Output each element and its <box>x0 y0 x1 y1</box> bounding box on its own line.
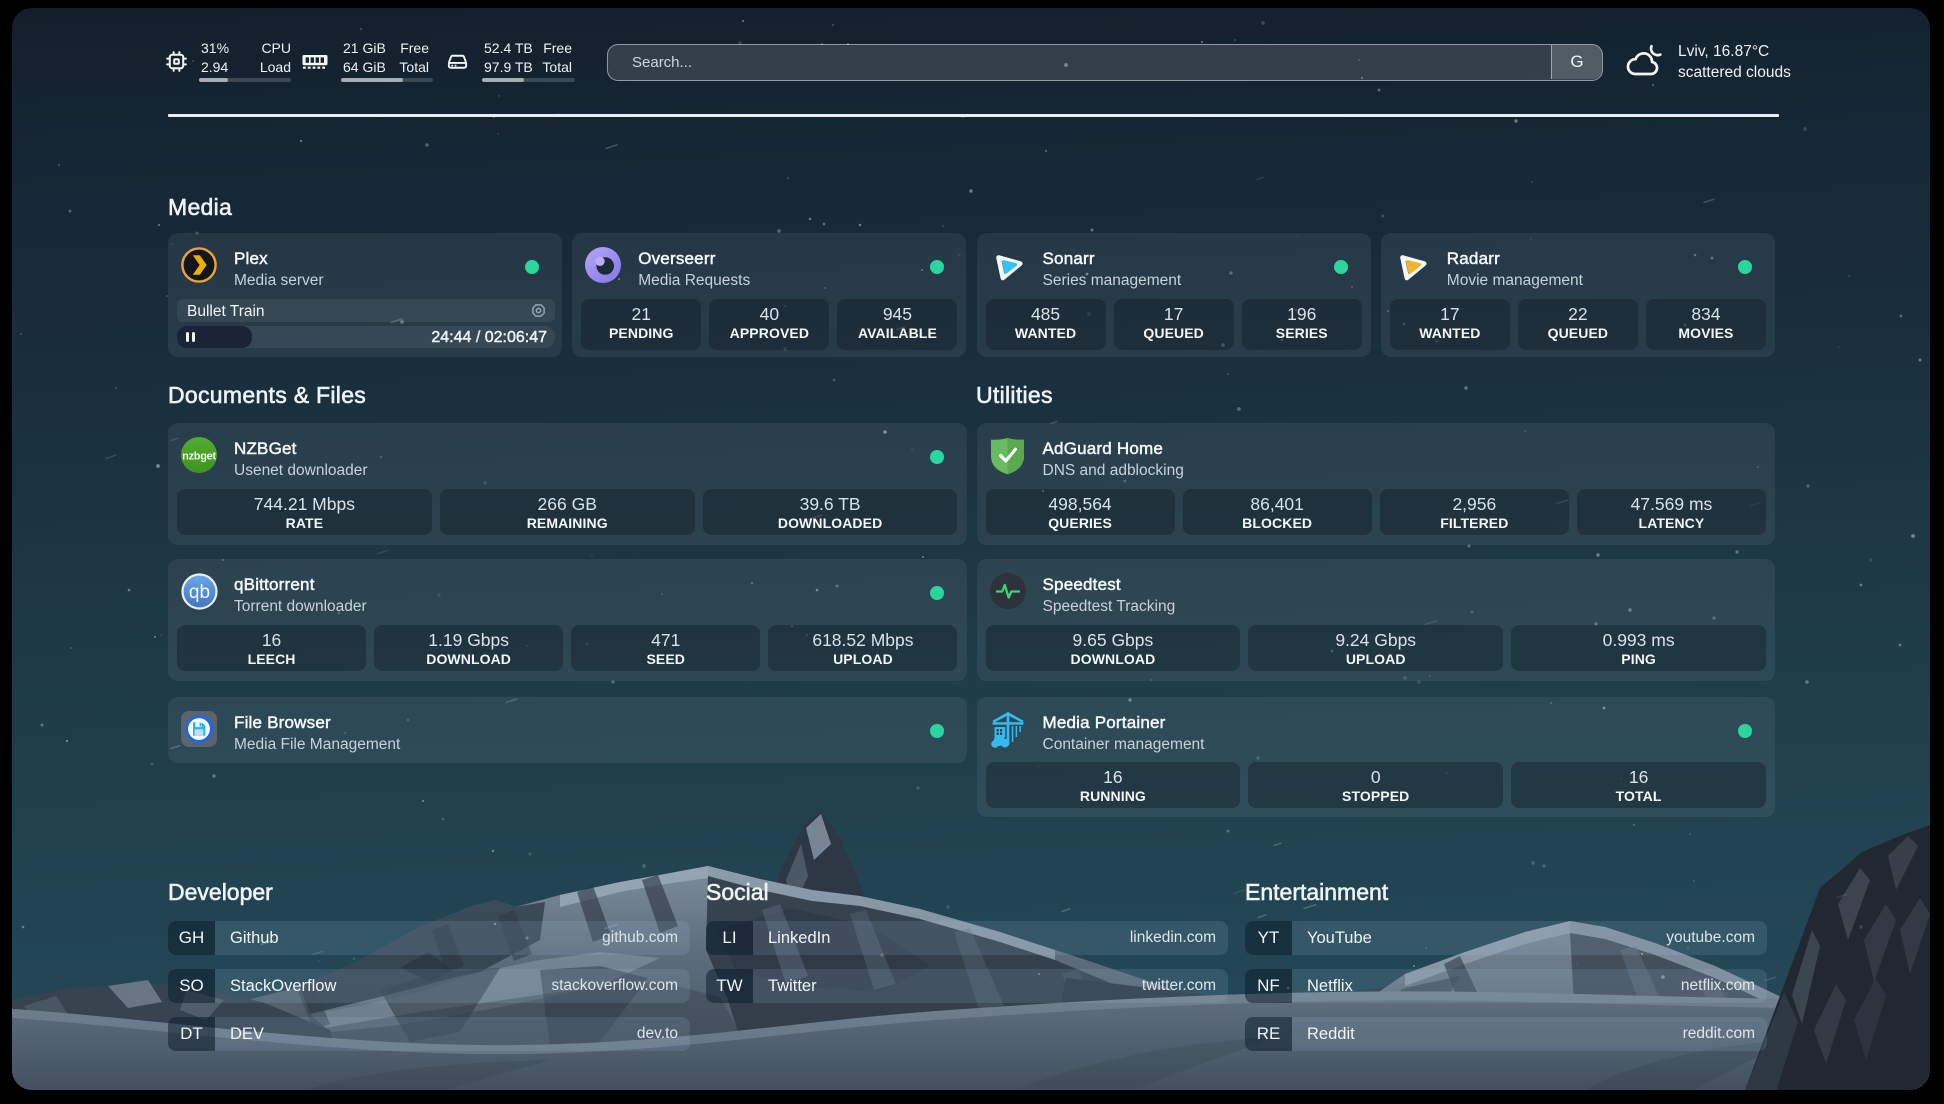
svg-text:nzbget: nzbget <box>182 450 216 462</box>
svg-text:qb: qb <box>189 582 210 603</box>
